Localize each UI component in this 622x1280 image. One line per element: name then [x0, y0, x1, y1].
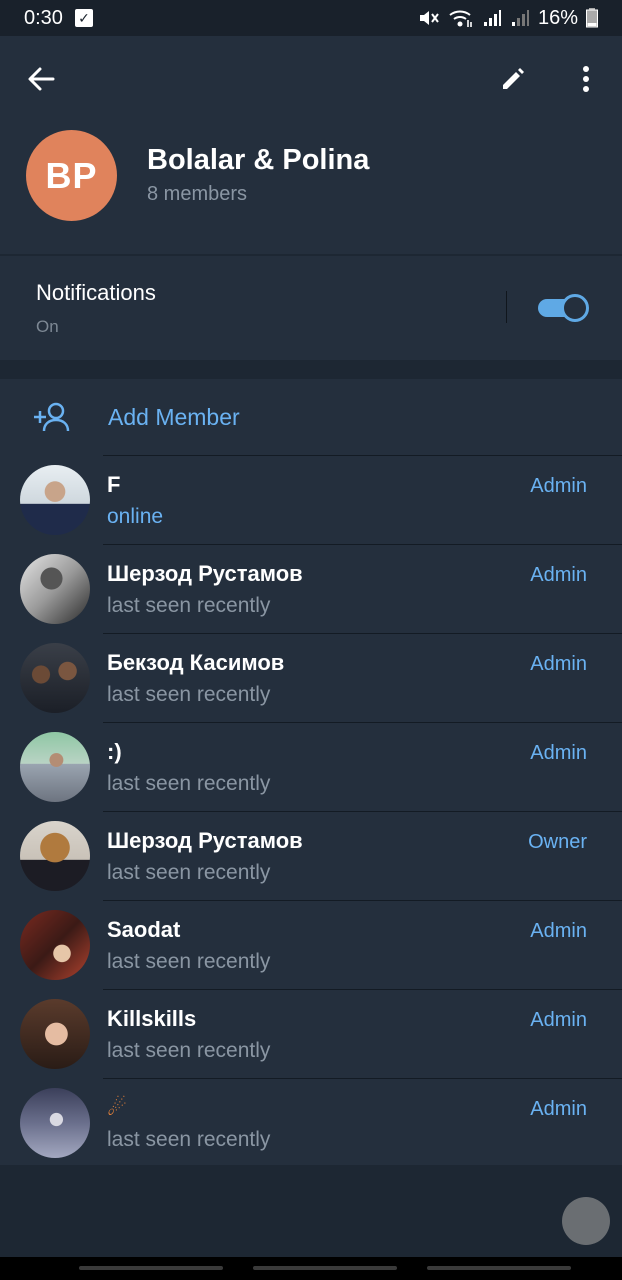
member-avatar [20, 910, 90, 980]
member-role: Admin [530, 920, 587, 942]
group-title: Bolalar & Polina [147, 144, 370, 176]
battery-icon [586, 8, 598, 28]
notifications-label: Notifications [36, 280, 156, 305]
signal-icon [482, 8, 502, 28]
member-name: F [107, 472, 121, 497]
group-avatar[interactable]: BP [26, 130, 117, 221]
add-member-button[interactable]: Add Member [0, 379, 622, 455]
signal-icon [510, 8, 530, 28]
status-time: 0:30 [24, 6, 63, 29]
member-avatar [20, 732, 90, 802]
member-role: Admin [530, 1009, 587, 1031]
battery-percent: 16% [537, 6, 578, 29]
member-status: last seen recently [107, 1039, 271, 1062]
mute-icon [418, 8, 440, 28]
member-row[interactable]: Шерзод Рустамов last seen recently Admin [0, 544, 622, 633]
wifi-icon [448, 8, 474, 28]
member-row[interactable]: Шерзод Рустамов last seen recently Owner [0, 811, 622, 900]
member-status: last seen recently [107, 683, 271, 706]
divider [103, 455, 622, 456]
member-name: ☄ [107, 1095, 127, 1120]
members-list: Add Member F online Admin Шерзод Рустамо… [0, 379, 622, 1165]
more-vertical-icon [583, 66, 589, 92]
divider [506, 291, 507, 323]
divider [103, 633, 622, 634]
more-options-button[interactable] [562, 55, 610, 103]
member-avatar [20, 554, 90, 624]
member-row[interactable]: Killskills last seen recently Admin [0, 989, 622, 1078]
edit-button[interactable] [489, 55, 537, 103]
member-role: Admin [530, 564, 587, 586]
divider [103, 544, 622, 545]
divider [103, 722, 622, 723]
member-status: last seen recently [107, 594, 271, 617]
status-bar: 0:30 ✓ 16% [0, 0, 622, 36]
member-status: last seen recently [107, 950, 271, 973]
member-role: Admin [530, 1098, 587, 1120]
member-name: Saodat [107, 917, 181, 942]
member-row[interactable]: F online Admin [0, 455, 622, 544]
back-button[interactable] [17, 55, 65, 103]
pencil-icon [503, 68, 524, 89]
member-name: Шерзод Рустамов [107, 828, 303, 853]
group-members-count: 8 members [147, 183, 248, 205]
member-avatar [20, 1088, 90, 1158]
member-row[interactable]: ☄ last seen recently Admin [0, 1078, 622, 1167]
toggle-knob [561, 294, 589, 322]
add-member-label: Add Member [108, 404, 240, 430]
member-role: Owner [528, 831, 587, 853]
arrow-left-icon [28, 67, 55, 91]
bottom-area [0, 1165, 622, 1257]
member-name: Killskills [107, 1006, 197, 1031]
check-notification-icon: ✓ [74, 9, 93, 27]
member-row[interactable]: Бекзод Касимов last seen recently Admin [0, 633, 622, 722]
member-row[interactable]: Saodat last seen recently Admin [0, 900, 622, 989]
divider [103, 900, 622, 901]
member-name: Шерзод Рустамов [107, 561, 303, 586]
member-avatar [20, 643, 90, 713]
member-row[interactable]: :) last seen recently Admin [0, 722, 622, 811]
system-nav-bar [0, 1257, 622, 1280]
profile-header: BP Bolalar & Polina 8 members [0, 36, 622, 254]
member-role: Admin [530, 475, 587, 497]
member-role: Admin [530, 742, 587, 764]
member-avatar [20, 821, 90, 891]
divider [103, 989, 622, 990]
member-name: :) [107, 739, 122, 764]
divider [103, 1078, 622, 1079]
member-status: last seen recently [107, 772, 271, 795]
nav-handle[interactable] [79, 1266, 223, 1270]
notifications-toggle[interactable] [538, 293, 590, 323]
nav-handle[interactable] [427, 1266, 571, 1270]
member-role: Admin [530, 653, 587, 675]
status-icons: 16% [418, 7, 598, 30]
notifications-state: On [36, 317, 59, 336]
member-status: last seen recently [107, 861, 271, 884]
member-status: online [107, 505, 164, 528]
member-name: Бекзод Касимов [107, 650, 285, 675]
member-avatar [20, 999, 90, 1069]
nav-handle[interactable] [253, 1266, 397, 1270]
divider [103, 811, 622, 812]
add-user-icon [34, 402, 70, 432]
member-status: last seen recently [107, 1128, 271, 1151]
scroll-button[interactable] [562, 1197, 610, 1245]
notifications-row[interactable]: Notifications On [0, 256, 622, 360]
member-avatar [20, 465, 90, 535]
